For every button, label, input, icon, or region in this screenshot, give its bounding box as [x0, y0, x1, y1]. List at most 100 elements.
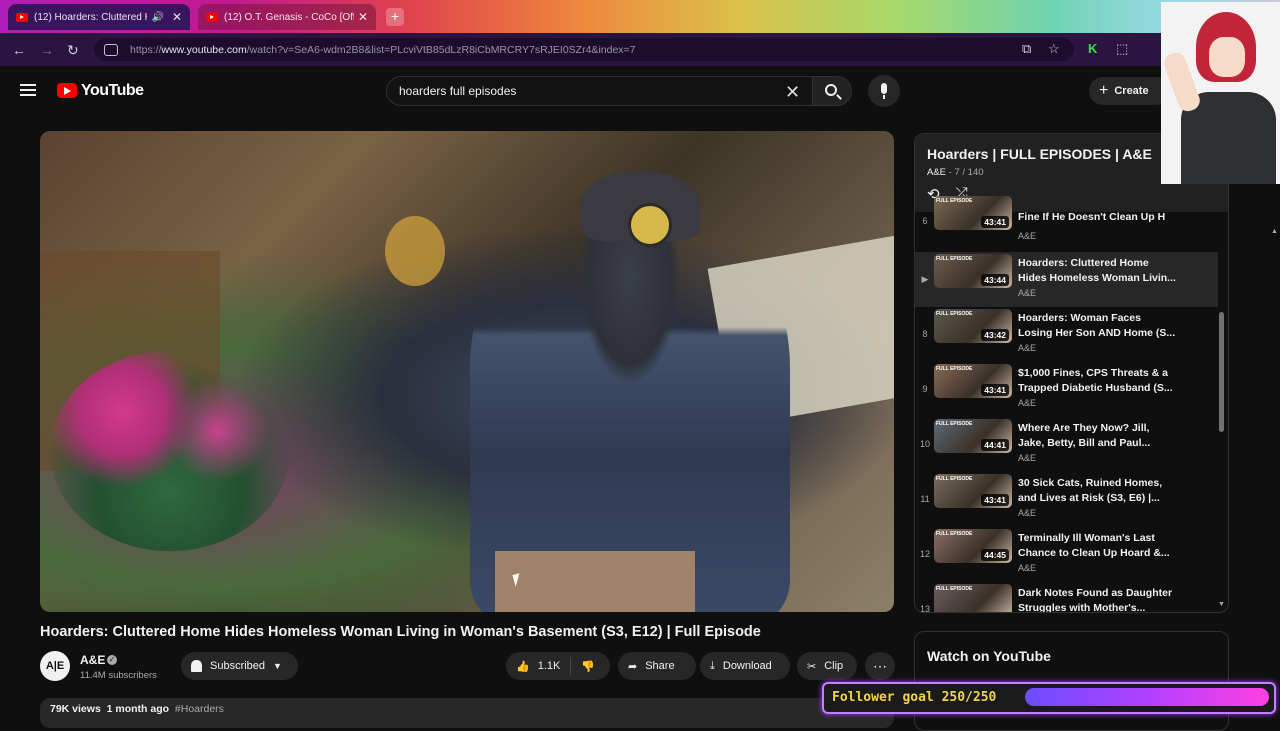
close-tab-icon[interactable]: ✕ — [358, 10, 368, 24]
back-icon[interactable]: ← — [12, 42, 26, 58]
view-count: 79K views — [50, 703, 101, 715]
playlist-item-channel: A&E — [1018, 508, 1037, 518]
channel-name[interactable]: A&E — [80, 653, 105, 667]
chevron-down-icon: ▼ — [273, 661, 282, 671]
url-path: /watch?v=SeA6-wdm2B8&list=PLcviVtB85dLzR… — [246, 43, 636, 56]
download-icon: ⤓ — [710, 659, 715, 672]
playlist-item[interactable]: 9 FULL EPISODE 43:41 $1,000 Fines, CPS Thre… — [915, 362, 1218, 417]
subscriber-count: 11.4M subscribers — [80, 670, 157, 681]
thumbnail-label: FULL EPISODE — [936, 476, 973, 482]
playlist-owner[interactable]: A&E — [927, 167, 946, 178]
reload-icon[interactable]: ↻ — [67, 42, 79, 59]
subscribed-button[interactable]: Subscribed ▼ — [181, 652, 298, 680]
playlist-item-title[interactable]: Hoarders: Cluttered Home Hides Homeless … — [1018, 256, 1178, 286]
playlist-meta: A&E - 7 / 140 — [927, 167, 984, 178]
menu-icon[interactable] — [20, 84, 36, 96]
playlist-item-thumbnail[interactable]: FULL EPISODE — [934, 584, 1012, 612]
youtube-logo-icon[interactable] — [57, 83, 77, 98]
playlist-item-index: 8 — [922, 329, 928, 339]
follower-goal-bar — [1025, 688, 1269, 706]
playlist-item[interactable]: 13 FULL EPISODE Dark Notes Found as Daught… — [915, 582, 1218, 613]
install-app-icon[interactable]: ⧉ — [1022, 41, 1031, 57]
dislike-button[interactable]: 👎 — [571, 652, 605, 680]
playlist-item-channel: A&E — [1018, 563, 1037, 573]
streamer-avatar — [1161, 2, 1280, 184]
more-actions-button[interactable]: ⋯ — [865, 652, 895, 680]
hashtag-link[interactable]: #Hoarders — [175, 703, 224, 715]
playlist-item-duration: 43:41 — [981, 384, 1009, 396]
playlist-item[interactable]: 12 FULL EPISODE 44:45 Terminally Ill Woman'… — [915, 527, 1218, 582]
youtube-logo-text[interactable]: YouTube — [81, 82, 144, 100]
scroll-down-icon[interactable]: ▼ — [1218, 601, 1225, 608]
download-button[interactable]: ⤓ Download — [700, 652, 790, 680]
playlist-item-title[interactable]: Terminally Ill Woman's Last Chance to Cl… — [1018, 531, 1178, 561]
clip-button[interactable]: ✂ Clip — [797, 652, 857, 680]
playlist-item-channel: A&E — [1018, 231, 1037, 241]
playlist-item-thumbnail[interactable]: FULL EPISODE 43:44 — [934, 254, 1012, 288]
create-button[interactable]: + Create — [1089, 77, 1171, 105]
youtube-favicon-icon — [206, 12, 218, 22]
channel-avatar[interactable]: A|E — [40, 651, 70, 681]
clear-search-icon[interactable]: ✕ — [785, 82, 800, 103]
playlist-item-index: 13 — [919, 604, 930, 613]
video-frame-detail — [50, 351, 290, 551]
playlist-item-thumbnail[interactable]: FULL EPISODE 43:42 — [934, 309, 1012, 343]
playlist-item[interactable]: ▶ FULL EPISODE 43:44 Hoarders: Cluttered Ho… — [915, 252, 1218, 307]
playlist-item-title[interactable]: Hoarders: Woman Faces Losing Her Son AND… — [1018, 311, 1178, 341]
playlist-item-thumbnail[interactable]: FULL EPISODE 44:45 — [934, 529, 1012, 563]
more-icon: ⋯ — [873, 657, 887, 674]
video-frame-detail — [628, 203, 672, 247]
playlist-scrollbar[interactable] — [1219, 312, 1224, 432]
playlist-item-index: 6 — [922, 216, 928, 226]
playlist-item-thumbnail[interactable]: FULL EPISODE 43:41 — [934, 364, 1012, 398]
site-info-icon[interactable] — [104, 43, 118, 56]
description-box[interactable]: 79K views 1 month ago #Hoarders — [40, 698, 894, 728]
playlist-item-thumbnail[interactable]: FULL EPISODE 43:41 — [934, 196, 1012, 230]
extensions-puzzle-icon[interactable]: ⬚ — [1116, 41, 1128, 57]
subscribed-label: Subscribed — [210, 660, 266, 672]
tab-active[interactable]: (12) Hoarders: Cluttered Ho 🔊 ✕ — [8, 4, 190, 30]
extension-k-icon[interactable]: K — [1088, 41, 1097, 56]
playlist-title[interactable]: Hoarders | FULL EPISODES | A&E — [927, 146, 1152, 162]
playlist-item-duration: 44:41 — [981, 439, 1009, 451]
playlist-item-channel: A&E — [1018, 453, 1037, 463]
playlist-item-thumbnail[interactable]: FULL EPISODE 43:41 — [934, 474, 1012, 508]
watch-on-youtube-panel[interactable]: Watch on YouTube — [914, 631, 1229, 731]
close-tab-icon[interactable]: ✕ — [172, 10, 182, 24]
voice-search-icon[interactable] — [868, 75, 900, 107]
playlist-item-title[interactable]: Dark Notes Found as Daughter Struggles w… — [1018, 586, 1178, 612]
video-frame-detail — [385, 216, 445, 286]
playlist-item-index: 9 — [922, 384, 928, 394]
scroll-up-icon[interactable]: ▲ — [1271, 228, 1278, 235]
video-frame-detail — [495, 551, 695, 612]
search-input[interactable]: hoarders full episodes — [386, 76, 812, 106]
forward-icon[interactable]: → — [40, 42, 54, 58]
playlist-item-title[interactable]: 30 Sick Cats, Ruined Homes, and Lives at… — [1018, 476, 1178, 506]
bookmark-star-icon[interactable]: ☆ — [1048, 41, 1060, 57]
video-player[interactable] — [40, 131, 894, 612]
youtube-favicon-icon — [16, 12, 28, 22]
playlist-item-title[interactable]: Where Are They Now? Jill, Jake, Betty, B… — [1018, 421, 1178, 451]
thumbs-up-icon: 👍 — [516, 660, 530, 673]
thumbs-down-icon: 👎 — [581, 660, 596, 673]
thumbnail-label: FULL EPISODE — [936, 198, 973, 204]
share-label: Share — [645, 660, 675, 672]
address-bar[interactable]: https://www.youtube.com/watch?v=SeA6-wdm… — [94, 38, 1074, 61]
playlist-item-title[interactable]: Fine If He Doesn't Clean Up H — [1018, 210, 1178, 225]
tab-inactive[interactable]: (12) O.T. Genasis - CoCo [Offici ✕ — [198, 4, 376, 30]
search-value: hoarders full episodes — [399, 84, 517, 98]
share-button[interactable]: ➦ Share — [618, 652, 696, 680]
playlist-item[interactable]: 11 FULL EPISODE 43:41 30 Sick Cats, Ruined … — [915, 472, 1218, 527]
search-icon[interactable] — [825, 84, 837, 96]
thumbnail-label: FULL EPISODE — [936, 311, 973, 317]
like-button[interactable]: 👍 1.1K — [506, 652, 570, 680]
playlist-item[interactable]: 10 FULL EPISODE 44:41 Where Are They Now? J… — [915, 417, 1218, 472]
like-dislike-group: 👍 1.1K 👎 — [506, 652, 610, 680]
speaker-icon[interactable]: 🔊 — [151, 12, 163, 23]
playlist-item-thumbnail[interactable]: FULL EPISODE 44:41 — [934, 419, 1012, 453]
playlist-item-title[interactable]: $1,000 Fines, CPS Threats & a Trapped Di… — [1018, 366, 1178, 396]
new-tab-button[interactable]: + — [386, 8, 404, 26]
playlist-item[interactable]: 8 FULL EPISODE 43:42 Hoarders: Woman Faces … — [915, 307, 1218, 362]
like-count: 1.1K — [537, 660, 561, 672]
watch-on-youtube-title: Watch on YouTube — [927, 648, 1051, 664]
